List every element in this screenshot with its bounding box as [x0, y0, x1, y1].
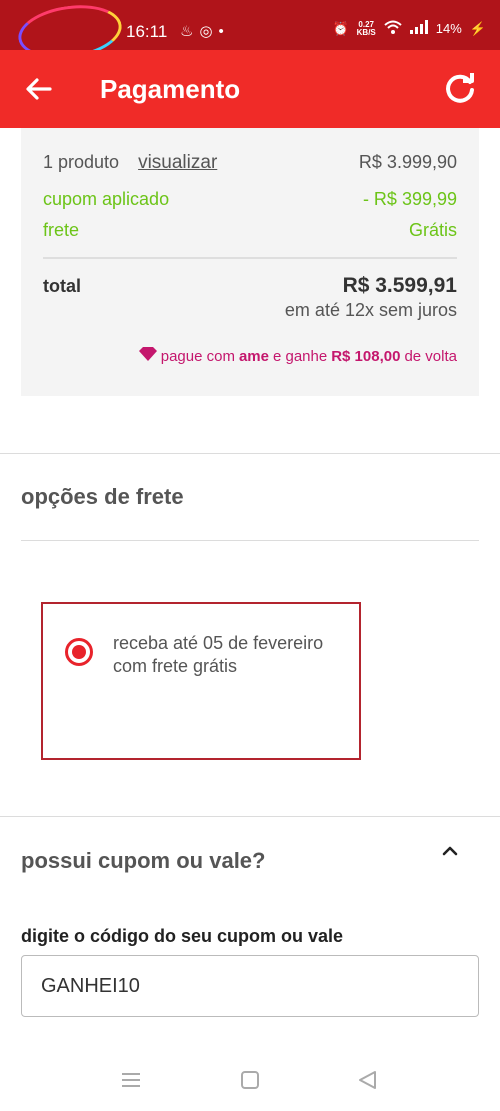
instagram-icon: ◎ — [199, 23, 219, 40]
home-square-icon[interactable] — [239, 1070, 261, 1090]
shipping-row: frete Grátis — [43, 220, 457, 241]
section-divider — [0, 453, 500, 454]
coupon-input[interactable] — [21, 955, 479, 1017]
shipping-options-title: opções de frete — [21, 484, 184, 509]
summary-divider — [43, 257, 457, 259]
alarm-icon: ⏰ — [332, 20, 349, 36]
status-time: 16:11 — [126, 22, 168, 41]
coupon-applied-label: cupom aplicado — [43, 189, 170, 209]
shipping-title-divider — [21, 540, 479, 541]
battery-level: 14% — [435, 21, 462, 36]
total-label: total — [43, 276, 81, 296]
ame-middle: e ganhe — [272, 347, 328, 365]
products-value: R$ 3.999,90 — [358, 152, 457, 172]
order-summary: 1 produto visualizar R$ 3.999,90 cupom a… — [21, 128, 479, 396]
dot-icon: • — [218, 23, 230, 40]
menu-icon[interactable] — [120, 1070, 142, 1090]
coupon-section-title[interactable]: possui cupom ou vale? — [21, 848, 265, 874]
status-bar: 16:11 ♨◎• ⏰ 0.27 KB/S 14% ⚡ — [0, 0, 500, 65]
arrow-left-icon[interactable] — [22, 72, 56, 106]
net-speed: 0.27 KB/S — [356, 20, 376, 37]
total-row: total R$ 3.599,91 — [43, 274, 457, 298]
coupon-field-label: digite o código do seu cupom ou vale — [21, 926, 344, 946]
coupon-applied-value: - R$ 399,99 — [362, 189, 457, 209]
signal-icon — [409, 20, 428, 37]
shipping-option-radio[interactable] — [65, 638, 93, 666]
notification-icons: ♨◎• — [180, 22, 230, 40]
ame-prefix: pague com — [160, 347, 235, 365]
products-row: 1 produto visualizar R$ 3.999,90 — [43, 152, 457, 174]
app-bar: Pagamento — [0, 50, 500, 128]
installments-text: em até 12x sem juros — [284, 300, 457, 320]
navigation-bar — [0, 1050, 500, 1111]
ame-suffix: de volta — [404, 347, 457, 365]
chevron-up-icon[interactable] — [438, 840, 462, 860]
ame-amount: R$ 108,00 — [331, 347, 401, 365]
diamond-icon — [138, 347, 157, 365]
shipping-option-card[interactable]: receba até 05 de fevereiro com frete grá… — [41, 602, 361, 760]
net-speed-unit: KB/S — [356, 27, 376, 37]
shipping-label: frete — [43, 220, 80, 240]
coupon-row: cupom aplicado - R$ 399,99 — [43, 189, 457, 210]
back-triangle-icon[interactable] — [357, 1070, 379, 1090]
ame-cashback: pague com ame e ganhe R$ 108,00 de volta — [138, 347, 457, 365]
system-icons: ⏰ 0.27 KB/S 14% ⚡ — [332, 20, 486, 37]
refresh-icon[interactable] — [442, 70, 478, 106]
battery-charging-icon: ⚡ — [469, 20, 486, 36]
total-value: R$ 3.599,91 — [342, 274, 457, 297]
view-products-link[interactable]: visualizar — [138, 152, 217, 173]
products-label: 1 produto — [43, 152, 120, 172]
shipping-option-text: receba até 05 de fevereiro com frete grá… — [113, 633, 324, 676]
section-divider — [0, 816, 500, 817]
ame-brand: ame — [238, 347, 269, 365]
fire-icon: ♨ — [180, 23, 200, 40]
page-title: Pagamento — [100, 74, 241, 104]
shipping-value: Grátis — [408, 220, 457, 240]
wifi-icon — [384, 20, 402, 37]
